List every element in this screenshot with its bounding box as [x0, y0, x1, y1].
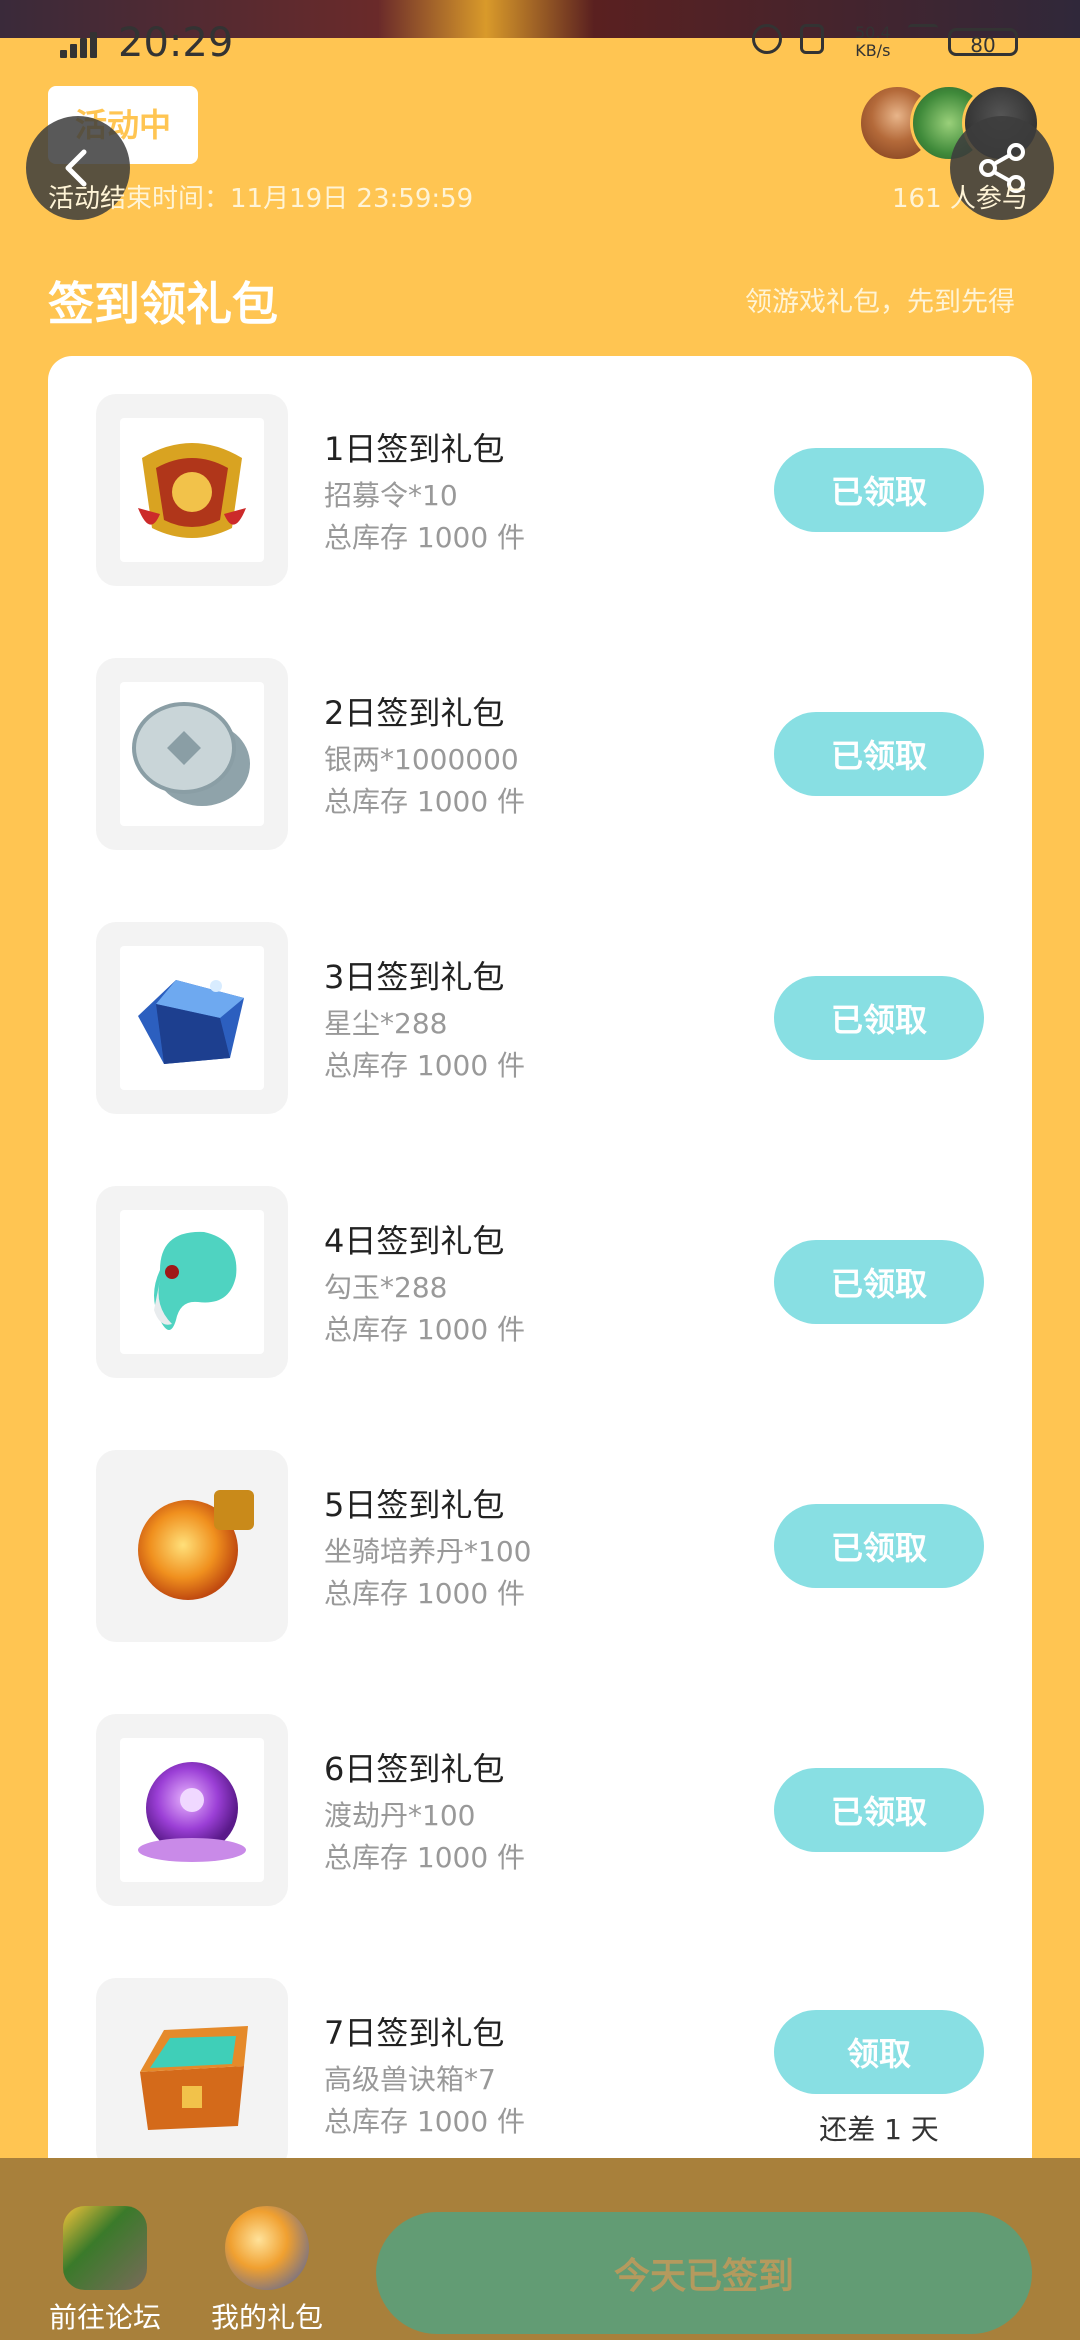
participant-count: 161 人参与 — [892, 184, 1028, 214]
gift-item: 勾玉*288 — [324, 1271, 448, 1304]
vibrate-icon — [800, 24, 824, 54]
gift-name: 6日签到礼包 — [324, 1750, 505, 1788]
gift-stock: 总库存 1000 件 — [324, 2105, 526, 2138]
claimed-button[interactable]: 已领取 — [774, 1504, 984, 1588]
days-remaining: 还差 1 天 — [819, 2113, 939, 2146]
gift-row-day-2: 2日签到礼包 银两*1000000 总库存 1000 件 已领取 — [48, 658, 1032, 858]
section-subtitle: 领游戏礼包，先到先得 — [745, 287, 1015, 318]
forum-button[interactable]: 前往论坛 — [30, 2206, 180, 2336]
gift-item: 渡劫丹*100 — [324, 1799, 476, 1832]
gift-stock: 总库存 1000 件 — [324, 521, 526, 554]
network-speed-unit: KB/s — [855, 41, 891, 60]
treasure-chest-icon — [140, 2026, 248, 2130]
gift-item: 银两*1000000 — [324, 743, 519, 776]
gift-stock: 总库存 1000 件 — [324, 1313, 526, 1346]
signal-icon — [60, 30, 100, 58]
gift-thumbnail — [96, 1714, 288, 1906]
gift-row-day-3: 3日签到礼包 星尘*288 总库存 1000 件 已领取 — [48, 922, 1032, 1122]
end-time: 活动结束时间：11月19日 23:59:59 — [48, 184, 474, 214]
forum-label: 前往论坛 — [48, 2301, 161, 2334]
claimed-button[interactable]: 已领取 — [774, 1240, 984, 1324]
gift-name: 4日签到礼包 — [324, 1222, 505, 1260]
gift-row-day-1: 1日签到礼包 招募令*10 总库存 1000 件 已领取 — [48, 394, 1032, 594]
magatama-icon — [154, 1231, 237, 1330]
gift-row-day-7: 7日签到礼包 高级兽诀箱*7 总库存 1000 件 领取 还差 1 天 — [48, 1978, 1032, 2178]
forum-icon — [63, 2206, 147, 2290]
alarm-icon — [752, 24, 782, 54]
gift-stock: 总库存 1000 件 — [324, 785, 526, 818]
gift-item: 星尘*288 — [324, 1007, 448, 1040]
gift-item: 坐骑培养丹*100 — [324, 1535, 532, 1568]
tribulation-pill-icon — [138, 1762, 246, 1862]
signed-in-button[interactable]: 今天已签到 — [376, 2212, 1032, 2334]
battery-icon: 80 — [948, 28, 1018, 57]
gift-thumbnail — [96, 394, 288, 586]
gift-name: 2日签到礼包 — [324, 694, 505, 732]
gift-row-day-6: 6日签到礼包 渡劫丹*100 总库存 1000 件 已领取 — [48, 1714, 1032, 1914]
silver-coin-icon — [132, 702, 250, 806]
gift-thumbnail — [96, 1978, 288, 2170]
gift-icon — [225, 2206, 309, 2290]
my-gifts-button[interactable]: 我的礼包 — [192, 2206, 342, 2336]
gift-name: 7日签到礼包 — [324, 2014, 505, 2052]
gift-name: 3日签到礼包 — [324, 958, 505, 996]
claimed-button[interactable]: 已领取 — [774, 712, 984, 796]
gift-item: 高级兽诀箱*7 — [324, 2063, 496, 2096]
gift-row-day-5: 5日签到礼包 坐骑培养丹*100 总库存 1000 件 已领取 — [48, 1450, 1032, 1650]
gift-stock: 总库存 1000 件 — [324, 1577, 526, 1610]
gift-item: 招募令*10 — [324, 479, 458, 512]
gift-stock: 总库存 1000 件 — [324, 1841, 526, 1874]
stardust-icon — [138, 980, 244, 1064]
recruit-token-icon — [138, 443, 246, 538]
gift-name: 1日签到礼包 — [324, 430, 505, 468]
gift-name: 5日签到礼包 — [324, 1486, 505, 1524]
gift-row-day-4: 4日签到礼包 勾玉*288 总库存 1000 件 已领取 — [48, 1186, 1032, 1386]
status-bar: 20:29 50.4 KB/s 80 — [0, 0, 1080, 66]
claim-button[interactable]: 领取 — [774, 2010, 984, 2094]
gift-thumbnail — [96, 922, 288, 1114]
network-speed: 50.4 KB/s — [855, 24, 891, 60]
section-title: 签到领礼包 — [48, 277, 278, 331]
gift-thumbnail — [96, 1186, 288, 1378]
bottom-action-bar: 前往论坛 我的礼包 今天已签到 — [0, 2158, 1080, 2340]
my-gifts-label: 我的礼包 — [210, 2301, 323, 2334]
mount-pill-icon — [138, 1490, 254, 1600]
claimed-button[interactable]: 已领取 — [774, 448, 984, 532]
gift-stock: 总库存 1000 件 — [324, 1049, 526, 1082]
claimed-button[interactable]: 已领取 — [774, 976, 984, 1060]
claimed-button[interactable]: 已领取 — [774, 1768, 984, 1852]
gift-thumbnail — [96, 658, 288, 850]
status-time: 20:29 — [118, 20, 234, 66]
gift-thumbnail — [96, 1450, 288, 1642]
network-speed-value: 50.4 — [855, 23, 891, 42]
wifi-icon — [908, 24, 938, 54]
